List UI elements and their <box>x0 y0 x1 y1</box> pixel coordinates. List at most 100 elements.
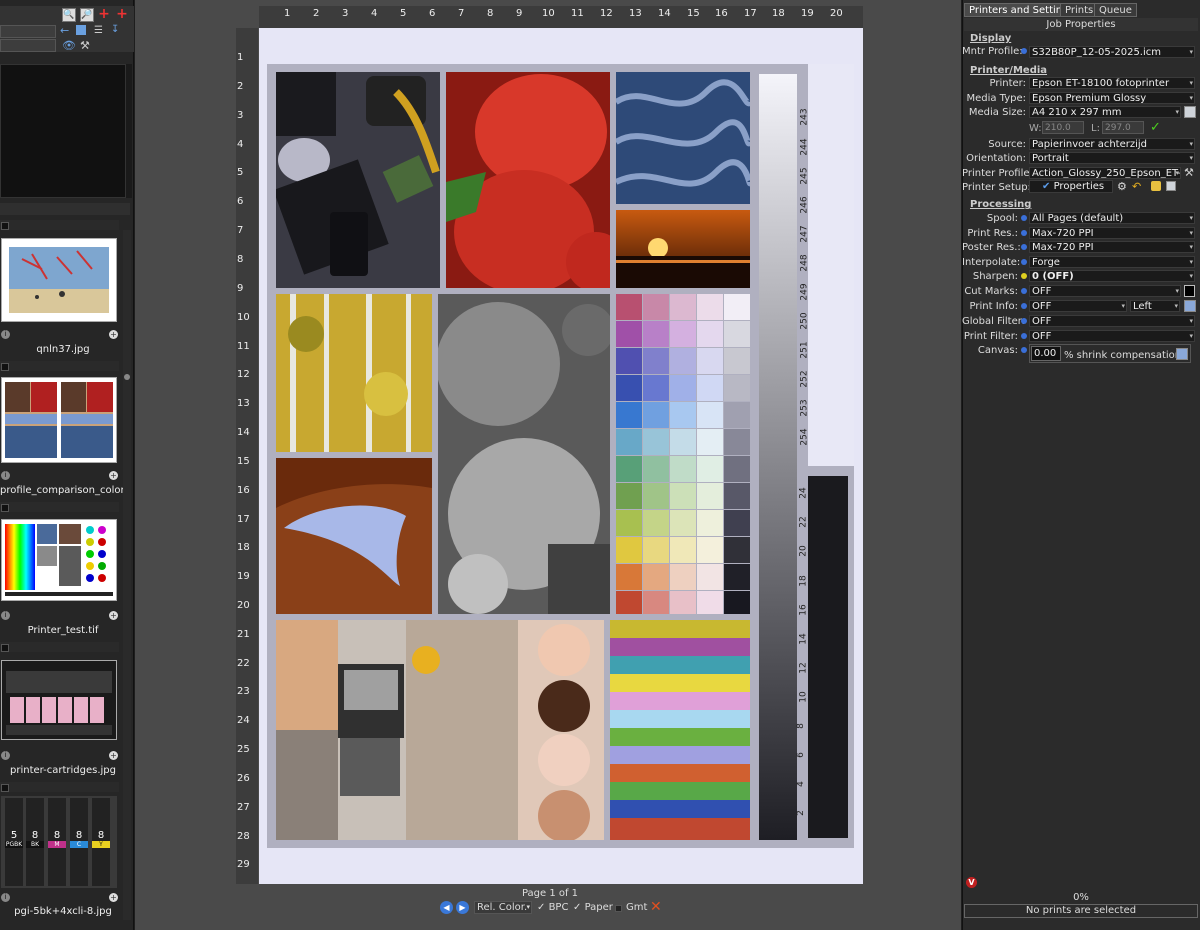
info-icon[interactable]: i <box>1 471 10 480</box>
checkmark-icon: ✔ <box>1042 181 1051 192</box>
spool-select[interactable]: All Pages (default) ▾ <box>1029 212 1195 224</box>
scrollbar-thumb[interactable] <box>124 374 130 380</box>
save-icon[interactable] <box>1166 181 1176 191</box>
add-all-icon[interactable]: + <box>115 7 129 22</box>
width-input[interactable]: 210.0 <box>1042 121 1084 134</box>
ruler-tick: 8 <box>487 8 494 19</box>
tab-prints[interactable]: Prints <box>1060 3 1099 17</box>
list-icon[interactable]: ☰ <box>94 25 103 36</box>
global-filter-select[interactable]: OFF ▾ <box>1029 315 1195 327</box>
bpc-checkbox[interactable]: ✓ BPC <box>537 902 568 913</box>
color-swatch[interactable] <box>1184 285 1195 297</box>
printer-media-section-title: Printer/Media <box>970 65 1048 76</box>
info-icon[interactable]: i <box>1 751 10 760</box>
print-filter-select[interactable]: OFF ▾ <box>1029 330 1195 342</box>
info-icon[interactable]: i <box>1 611 10 620</box>
info-icon[interactable]: i <box>1 330 10 339</box>
properties-button[interactable]: ✔ Properties <box>1029 180 1113 193</box>
canvas-label: Canvas: <box>977 345 1018 356</box>
ruler-tick: 15 <box>237 456 250 467</box>
thumbnails-scrollbar[interactable] <box>123 230 131 920</box>
sort-icon[interactable]: ↧ <box>111 24 119 35</box>
zoom-in-icon[interactable]: 🔍 <box>62 8 76 22</box>
orientation-select[interactable]: Portrait ▾ <box>1029 152 1195 164</box>
media-size-select[interactable]: A4 210 x 297 mm ▾ <box>1029 106 1181 118</box>
thumbnail-filename[interactable]: printer-cartridges.jpg <box>0 765 126 776</box>
thumbnail-filename[interactable]: profile_comparison_colorm... <box>0 485 126 496</box>
add-to-print-icon[interactable]: + <box>109 330 118 339</box>
wrench-icon[interactable]: ⚒ <box>1184 166 1194 179</box>
binoculars-icon[interactable]: 👁 <box>62 39 76 52</box>
chevron-down-icon: ▾ <box>1189 214 1193 222</box>
print-res-select[interactable]: Max-720 PPI ▾ <box>1029 227 1195 239</box>
light-gray-patches <box>808 64 854 466</box>
ruler-tick: 5 <box>237 167 244 178</box>
select-checkbox[interactable] <box>1 222 9 230</box>
canvas-input[interactable]: 0.00 <box>1031 346 1061 361</box>
source-value: Papierinvoer achterzijd <box>1032 139 1147 150</box>
rendering-intent-select[interactable]: Rel. Color. ▾ <box>474 901 532 914</box>
add-to-print-icon[interactable]: + <box>109 751 118 760</box>
thumbnail-image[interactable] <box>1 660 117 740</box>
next-page-icon[interactable]: ▶ <box>456 901 469 914</box>
poster-res-select[interactable]: Max-720 PPI ▾ <box>1029 241 1195 253</box>
length-input[interactable]: 297.0 <box>1102 121 1144 134</box>
zoom-out-icon[interactable]: 🔎 <box>80 8 94 22</box>
print-info-select[interactable]: OFF ▾ <box>1029 300 1127 312</box>
add-to-print-icon[interactable]: + <box>109 471 118 480</box>
print-info-value: OFF <box>1032 301 1052 312</box>
version-icon[interactable]: V <box>966 877 977 888</box>
printer-profile-select[interactable]: Action_Glossy_250_Epson_ET-1 ▾ <box>1029 167 1181 179</box>
folder-icon[interactable] <box>1151 181 1161 191</box>
thumbnail-image[interactable] <box>1 238 117 322</box>
tools-icon[interactable]: ⚒ <box>80 39 90 52</box>
add-to-print-icon[interactable]: + <box>109 893 118 902</box>
gear-icon[interactable]: ⚙ <box>1117 180 1127 193</box>
gmt-checkbox[interactable] <box>615 905 622 912</box>
prev-page-icon[interactable]: ◀ <box>440 901 453 914</box>
gray-labels-dark: 24 22 20 18 16 14 12 10 8 6 4 2 <box>796 487 812 834</box>
undo-icon[interactable]: ↶ <box>1132 180 1141 193</box>
tab-queue[interactable]: Queue <box>1094 3 1137 17</box>
mntr-profile-select[interactable]: S32B80P_12-05-2025.icm ▾ <box>1029 46 1195 58</box>
ruler-tick: 1 <box>284 8 291 19</box>
folder-scrollbar[interactable] <box>126 64 132 198</box>
thumbnail-filename[interactable]: Printer_test.tif <box>0 625 126 636</box>
gmt-label: Gmt <box>626 902 648 913</box>
info-icon[interactable]: i <box>1 893 10 902</box>
select-checkbox[interactable] <box>1 504 9 512</box>
ruler-tick: 21 <box>237 629 250 640</box>
media-size-edit-icon[interactable] <box>1184 106 1196 118</box>
add-to-print-icon[interactable]: + <box>109 611 118 620</box>
filter-combo[interactable] <box>0 39 56 52</box>
spool-label: Spool: <box>986 213 1018 224</box>
width-label: W: <box>1029 123 1042 134</box>
sharpen-select[interactable]: 0 (OFF) ▾ <box>1029 270 1195 282</box>
thumbnail-filename[interactable]: pgi-5bk+4xcli-8.jpg <box>0 906 126 917</box>
interpolate-select[interactable]: Forge ▾ <box>1029 256 1195 268</box>
folder-tree[interactable] <box>0 64 126 198</box>
back-arrow-icon[interactable]: ← <box>60 24 70 37</box>
select-checkbox[interactable] <box>1 784 9 792</box>
select-checkbox[interactable] <box>1 644 9 652</box>
print-info-edit-icon[interactable] <box>1184 300 1196 312</box>
close-icon[interactable]: ✕ <box>650 899 662 915</box>
media-type-select[interactable]: Epson Premium Glossy ▾ <box>1029 92 1195 104</box>
cut-marks-select[interactable]: OFF ▾ <box>1029 285 1181 297</box>
cartridge-number: 8 <box>31 830 39 841</box>
thumbnail-image[interactable] <box>1 377 117 463</box>
select-checkbox[interactable] <box>1 363 9 371</box>
thumbnail-filename[interactable]: qnln37.jpg <box>0 344 126 355</box>
checkmark-icon[interactable]: ✓ <box>1150 120 1161 135</box>
source-select[interactable]: Papierinvoer achterzijd ▾ <box>1029 138 1195 150</box>
view-icon[interactable] <box>76 25 86 35</box>
thumbnail-image[interactable]: 5 PGBK 8 BK 8 M 8 C 8 Y <box>1 796 117 888</box>
status-dot-icon <box>1021 347 1027 353</box>
folder-combo[interactable] <box>0 25 56 38</box>
paper-checkbox[interactable]: ✓ Paper <box>573 902 613 913</box>
thumbnail-image[interactable] <box>1 519 117 601</box>
printer-select[interactable]: Epson ET-18100 fotoprinter ▾ <box>1029 77 1195 89</box>
add-icon[interactable]: + <box>97 7 111 22</box>
print-info-align-select[interactable]: Left ▾ <box>1130 300 1180 312</box>
canvas-edit-icon[interactable] <box>1176 348 1188 360</box>
